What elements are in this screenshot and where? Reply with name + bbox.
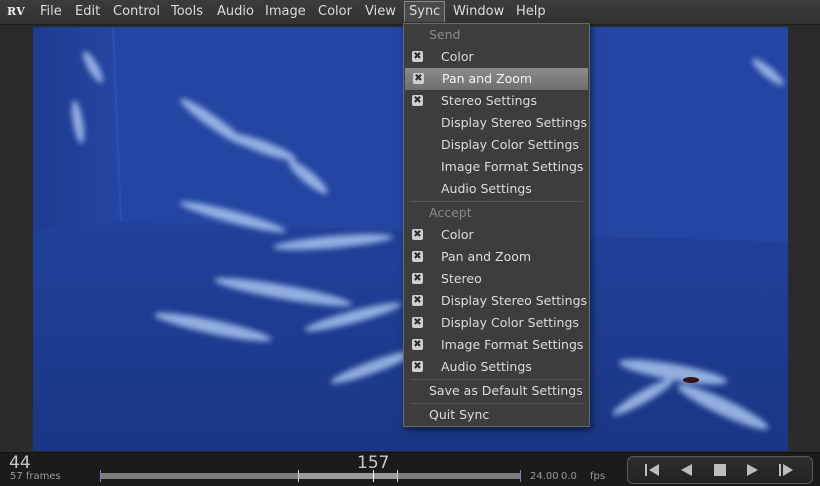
send-stereo-settings-item[interactable]: ✖ Stereo Settings [404,90,589,112]
menu-image[interactable]: Image [261,2,310,22]
checkbox-checked-icon: ✖ [412,229,423,240]
in-point-marker[interactable] [298,470,299,482]
checkbox-checked-icon: ✖ [412,339,423,350]
menu-audio[interactable]: Audio [213,2,258,22]
send-color-item[interactable]: ✖ Color [404,46,589,68]
current-frame-display: 44 [9,453,31,473]
send-display-stereo-item[interactable]: Display Stereo Settings [404,112,589,134]
accept-section-header: Accept [429,205,472,220]
accept-display-stereo-item[interactable]: ✖ Display Stereo Settings [404,290,589,312]
play-forward-icon[interactable] [743,461,763,479]
transport-controls [627,456,813,484]
checkbox-checked-icon: ✖ [412,317,423,328]
send-audio-settings-item[interactable]: Audio Settings [404,178,589,200]
out-point-marker[interactable] [397,470,398,482]
send-pan-zoom-item[interactable]: ✖ Pan and Zoom [405,68,588,90]
fps-unit-label: fps [590,471,606,482]
quit-sync-item[interactable]: Quit Sync [404,404,589,426]
menu-tools[interactable]: Tools [167,2,207,22]
accept-image-format-item[interactable]: ✖ Image Format Settings [404,334,589,356]
rv-logo: RV [7,5,26,18]
accept-audio-settings-item[interactable]: ✖ Audio Settings [404,356,589,378]
checkbox-checked-icon: ✖ [413,73,424,84]
checkbox-checked-icon: ✖ [412,361,423,372]
menu-control[interactable]: Control [109,2,164,22]
sync-menu-dropdown: Send ✖ Color ✖ Pan and Zoom ✖ Stereo Settin… [403,23,590,427]
checkbox-checked-icon: ✖ [412,251,423,262]
playhead-marker[interactable] [373,470,374,482]
checkbox-checked-icon: ✖ [412,295,423,306]
menu-view[interactable]: View [361,2,400,22]
target-fps: 24.00 [530,471,559,482]
accept-stereo-item[interactable]: ✖ Stereo [404,268,589,290]
timeline-in-out-range[interactable] [298,473,397,479]
frame-count-label: 57 frames [10,471,61,482]
play-backward-icon[interactable] [676,461,696,479]
actual-fps: 0.0 [561,471,577,482]
timeline-bar: 44 57 frames 157 24.00 0.0 fps [0,452,820,486]
menubar: RV File Edit Control Tools Audio Image C… [0,0,820,25]
menu-window[interactable]: Window [449,2,508,22]
checkbox-checked-icon: ✖ [412,51,423,62]
menu-color[interactable]: Color [314,2,356,22]
menu-edit[interactable]: Edit [71,2,104,22]
save-default-settings-item[interactable]: Save as Default Settings [404,380,589,402]
accept-color-item[interactable]: ✖ Color [404,224,589,246]
timeline-start-marker [100,470,101,482]
step-back-icon[interactable] [642,461,662,479]
checkbox-checked-icon: ✖ [412,273,423,284]
send-display-color-item[interactable]: Display Color Settings [404,134,589,156]
accept-pan-zoom-item[interactable]: ✖ Pan and Zoom [404,246,589,268]
step-forward-icon[interactable] [776,461,796,479]
accept-display-color-item[interactable]: ✖ Display Color Settings [404,312,589,334]
menu-file[interactable]: File [36,2,66,22]
send-image-format-item[interactable]: Image Format Settings [404,156,589,178]
send-section-header: Send [429,27,461,42]
stop-icon[interactable] [710,461,730,479]
checkbox-checked-icon: ✖ [412,95,423,106]
timeline-end-marker [520,470,521,482]
menu-help[interactable]: Help [512,2,550,22]
menu-sync[interactable]: Sync [404,1,446,22]
